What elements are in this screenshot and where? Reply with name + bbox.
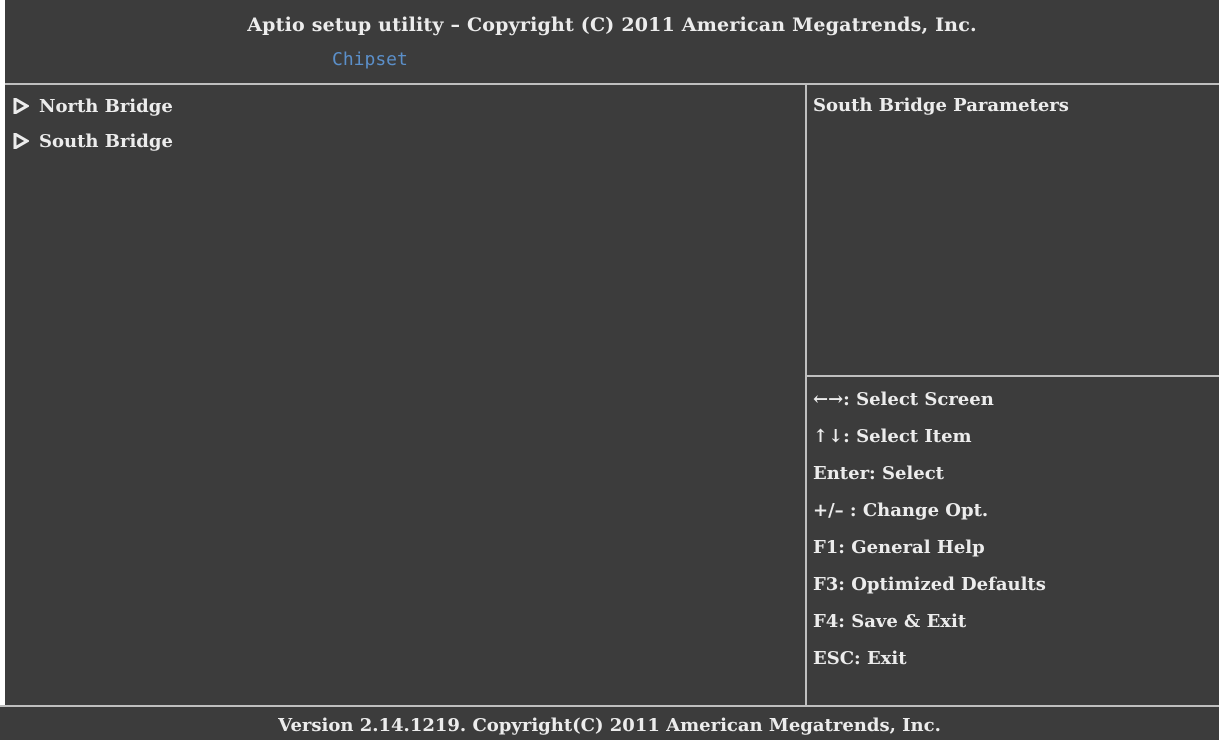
menu-item-label: North Bridge — [39, 95, 173, 117]
key-hint-optimized-defaults: F3: Optimized Defaults — [813, 574, 1046, 595]
key-hint-select-item: ↑↓: Select Item — [813, 426, 972, 447]
triangle-right-icon — [13, 131, 30, 151]
menu-item-label: South Bridge — [39, 130, 173, 152]
key-hint-enter: Enter: Select — [813, 463, 944, 484]
footer-bar: Version 2.14.1219. Copyright(C) 2011 Ame… — [0, 707, 1219, 740]
triangle-right-icon — [13, 96, 30, 116]
key-hint-general-help: F1: General Help — [813, 537, 985, 558]
menu-item-north-bridge[interactable]: North Bridge — [13, 93, 173, 119]
key-hint-select-screen: ←→: Select Screen — [813, 389, 994, 410]
menu-item-south-bridge[interactable]: South Bridge — [13, 128, 173, 154]
help-description: South Bridge Parameters — [813, 95, 1069, 116]
app-title: Aptio setup utility – Copyright (C) 2011… — [247, 14, 977, 36]
vertical-divider — [805, 85, 807, 705]
key-hint-save-exit: F4: Save & Exit — [813, 611, 967, 632]
version-text: Version 2.14.1219. Copyright(C) 2011 Ame… — [278, 715, 941, 736]
tab-chipset[interactable]: Chipset — [332, 49, 408, 70]
help-divider — [807, 375, 1219, 377]
key-hint-change-opt: +/– : Change Opt. — [813, 500, 989, 521]
key-hint-exit: ESC: Exit — [813, 648, 907, 669]
main-panel: North Bridge South Bridge South Bridge P… — [5, 85, 1219, 705]
key-legend: ←→: Select Screen ↑↓: Select Item Enter:… — [813, 381, 1046, 677]
header-bar: Aptio setup utility – Copyright (C) 2011… — [5, 0, 1219, 83]
bios-screen: Aptio setup utility – Copyright (C) 2011… — [0, 0, 1219, 740]
